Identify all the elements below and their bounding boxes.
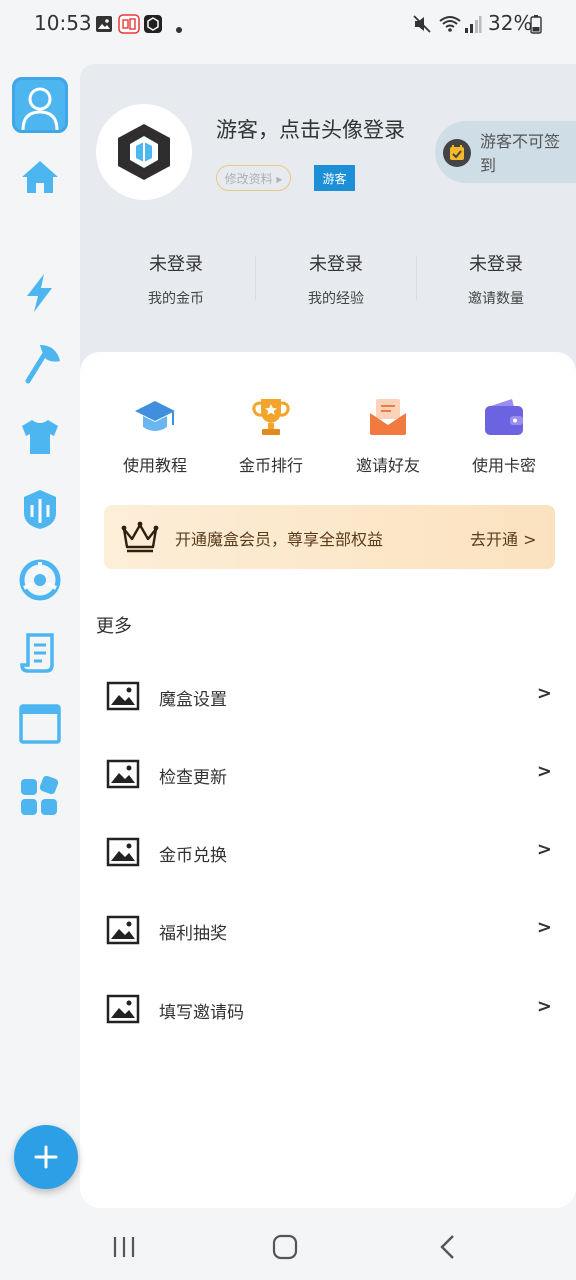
battery-icon (530, 14, 542, 38)
rail-lightning[interactable] (12, 264, 68, 320)
gallery-notification-icon (94, 14, 114, 38)
stat-invites[interactable]: 未登录 邀请数量 (416, 250, 576, 308)
wallet-icon (482, 395, 526, 439)
mail-icon (366, 395, 410, 439)
quick-invite[interactable]: 邀请好友 (328, 395, 448, 476)
user-avatar-icon (21, 87, 59, 130)
menu-label: 填写邀请码 (159, 1003, 244, 1023)
menu-label: 福利抽奖 (159, 924, 227, 944)
lightning-icon (27, 274, 52, 312)
chevron-right-icon: > (536, 839, 552, 860)
vip-banner[interactable]: 开通魔盒会员，尊享全部权益 去开通 > (104, 505, 555, 569)
stat-value: 未登录 (149, 254, 203, 275)
image-placeholder-icon (106, 994, 140, 1028)
home-icon (22, 161, 58, 193)
sing-app-notification-icon (118, 14, 140, 38)
quick-label: 邀请好友 (355, 456, 420, 475)
add-fab-button[interactable] (14, 1125, 78, 1189)
scroll-icon (20, 633, 54, 673)
stat-value: 未登录 (309, 254, 363, 275)
status-bar: 10:53 32% (0, 0, 576, 48)
chevron-right-icon: > (536, 917, 552, 938)
rail-home[interactable] (12, 149, 68, 205)
wifi-icon (438, 14, 462, 38)
stat-experience[interactable]: 未登录 我的经验 (256, 250, 416, 308)
rail-shirt[interactable] (12, 408, 68, 464)
quick-label: 使用卡密 (471, 456, 536, 475)
vip-activate-link[interactable]: 去开通 > (470, 526, 537, 550)
apps-icon (21, 775, 59, 815)
quick-label: 金币排行 (238, 456, 303, 475)
image-placeholder-icon (106, 759, 140, 793)
chevron-right-icon: > (536, 683, 552, 704)
stat-coins[interactable]: 未登录 我的金币 (96, 250, 256, 308)
crown-icon (120, 519, 160, 557)
calendar-check-icon (443, 139, 471, 167)
checkin-label: 游客不可签到 (480, 132, 561, 175)
app-notification-icon (143, 14, 163, 38)
rail-helmet[interactable] (12, 481, 68, 537)
mute-icon (412, 14, 432, 38)
signal-icon (464, 14, 482, 38)
checkin-button[interactable]: 游客不可签到 (435, 121, 576, 183)
quick-tutorial[interactable]: 使用教程 (95, 395, 215, 476)
trophy-icon (249, 395, 293, 439)
menu-label: 检查更新 (159, 768, 227, 788)
image-placeholder-icon (106, 681, 140, 715)
vip-text: 开通魔盒会员，尊享全部权益 (175, 530, 384, 549)
rail-scroll[interactable] (12, 625, 68, 681)
battery-percent: 32% (488, 11, 533, 35)
back-nav-icon[interactable] (438, 1234, 458, 1264)
rail-apps[interactable] (12, 768, 68, 824)
menu-label: 魔盒设置 (159, 690, 227, 710)
menu-item-check-update[interactable]: 检查更新 > (96, 745, 562, 805)
rail-radar[interactable] (12, 552, 68, 608)
quick-ranking[interactable]: 金币排行 (211, 395, 331, 476)
radar-icon (19, 559, 61, 601)
chevron-right-icon: > (536, 996, 552, 1017)
stat-label: 邀请数量 (468, 291, 524, 307)
menu-label: 金币兑换 (159, 846, 227, 866)
system-nav-bar (0, 1208, 576, 1280)
stats-row: 未登录 我的金币 未登录 我的经验 未登录 邀请数量 (96, 250, 576, 310)
rail-axe[interactable] (12, 335, 68, 391)
helmet-icon (24, 490, 56, 529)
rail-avatar[interactable] (12, 77, 68, 133)
shirt-icon (22, 420, 58, 454)
menu-item-lottery[interactable]: 福利抽奖 > (96, 901, 562, 961)
home-nav-icon[interactable] (272, 1234, 298, 1264)
quick-label: 使用教程 (122, 456, 187, 475)
window-icon (19, 704, 61, 744)
quick-card-key[interactable]: 使用卡密 (444, 395, 564, 476)
graduation-cap-icon (133, 395, 177, 439)
app-logo-icon (118, 124, 170, 180)
edit-profile-button[interactable]: 修改资料 ▸ (216, 165, 291, 191)
menu-item-invite-code[interactable]: 填写邀请码 > (96, 980, 562, 1040)
rail-window[interactable] (12, 696, 68, 752)
more-notifications-icon (175, 19, 183, 38)
menu-item-settings[interactable]: 魔盒设置 > (96, 667, 562, 727)
recent-apps-icon[interactable] (112, 1235, 136, 1263)
menu-item-coin-exchange[interactable]: 金币兑换 > (96, 823, 562, 883)
profile-avatar[interactable] (96, 104, 192, 200)
image-placeholder-icon (106, 837, 140, 871)
stat-label: 我的经验 (308, 291, 364, 307)
status-time: 10:53 (34, 11, 92, 35)
stat-value: 未登录 (469, 254, 523, 275)
axe-icon (25, 345, 60, 384)
guest-badge: 游客 (314, 165, 355, 191)
chevron-right-icon: > (536, 761, 552, 782)
login-prompt[interactable]: 游客，点击头像登录 (216, 114, 405, 144)
plus-icon (34, 1145, 58, 1169)
more-section-title: 更多 (96, 616, 132, 637)
image-placeholder-icon (106, 915, 140, 949)
stat-label: 我的金币 (148, 291, 204, 307)
